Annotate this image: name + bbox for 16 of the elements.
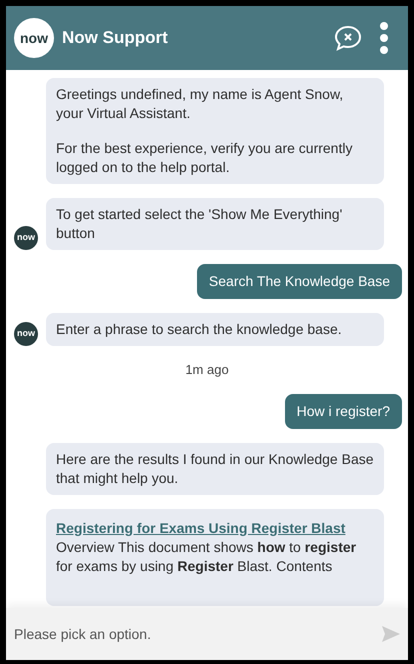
message-text: For the best experience, verify you are currently logged on to the help portal. bbox=[56, 139, 354, 177]
message-field[interactable]: Please pick an option. bbox=[6, 608, 408, 660]
agent-avatar: now bbox=[14, 322, 38, 346]
article-snippet: Overview This document shows how to register for exams by using Register Blast. Contents bbox=[56, 538, 358, 576]
message-text: Here are the results I found in our Knowledge Base that might help you. bbox=[56, 450, 374, 488]
article-link[interactable]: Registering for Exams Using Register Blast bbox=[56, 518, 346, 538]
message-input[interactable]: Please pick an option. bbox=[14, 624, 382, 644]
timestamp: 1m ago bbox=[185, 361, 229, 379]
message-text: Greetings undefined, my name is Agent Snow, your Virtual Assistant. bbox=[56, 85, 344, 123]
chat-title: Now Support bbox=[62, 27, 169, 50]
message-text: Enter a phrase to search the knowledge base. bbox=[56, 320, 343, 339]
agent-avatar: now bbox=[14, 226, 38, 250]
user-message: Search The Knowledge Base bbox=[196, 264, 402, 299]
user-message: How i register? bbox=[284, 394, 402, 428]
logo: now bbox=[14, 18, 54, 58]
message-text: To get started select the 'Show Me Everything' button bbox=[56, 205, 344, 243]
